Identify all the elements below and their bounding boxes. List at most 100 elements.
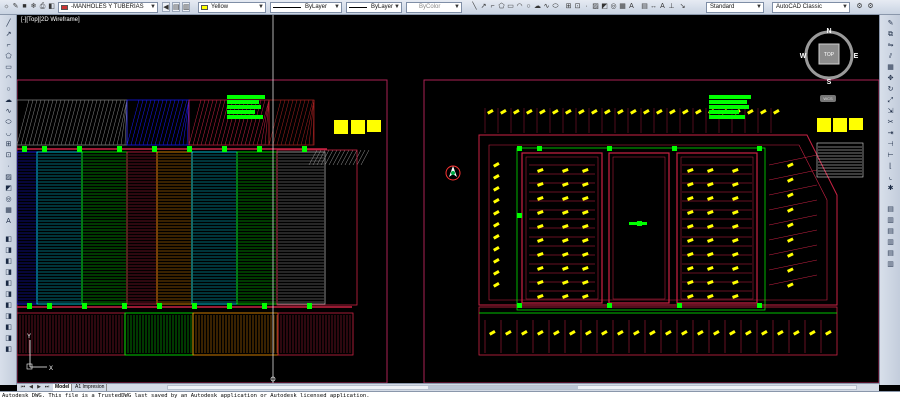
layer-tool-icon[interactable]: ◨: [4, 312, 13, 321]
workspace-combo[interactable]: AutoCAD Classic ▼: [772, 2, 850, 13]
break-icon[interactable]: ⊣: [886, 140, 895, 149]
layer-walk-icon[interactable]: ▤: [172, 2, 180, 12]
layer-current-icon[interactable]: ◧: [47, 2, 56, 12]
arc-icon[interactable]: ◠: [515, 2, 524, 12]
mirror-icon[interactable]: ⇋: [886, 41, 895, 50]
layer-tool-icon[interactable]: ◧: [4, 235, 13, 244]
join-icon[interactable]: ⊢: [886, 151, 895, 160]
polyline-icon[interactable]: ⌐: [4, 41, 13, 50]
stretch-icon[interactable]: ⇲: [886, 107, 895, 116]
line-icon[interactable]: ╲: [470, 2, 479, 12]
layer-tool-icon[interactable]: ◨: [4, 246, 13, 255]
array-icon[interactable]: ▦: [886, 63, 895, 72]
plotstyle-combo[interactable]: ByColor ▼: [406, 2, 462, 13]
region-icon[interactable]: ◎: [609, 2, 618, 12]
draworder-icon[interactable]: ▥: [886, 216, 895, 225]
layer-lock-icon[interactable]: ✎: [11, 2, 20, 12]
trim-icon[interactable]: ✂: [886, 118, 895, 127]
circle-icon[interactable]: ○: [524, 2, 533, 12]
revcloud-icon[interactable]: ☁: [4, 96, 13, 105]
linetype-combo[interactable]: ByLayer ▼: [270, 2, 342, 13]
layer-tool-icon[interactable]: ◧: [4, 279, 13, 288]
layer-tool-icon[interactable]: ◨: [4, 290, 13, 299]
circle-icon[interactable]: ○: [4, 85, 13, 94]
scale-icon[interactable]: ⤢: [886, 96, 895, 105]
polygon-icon[interactable]: ⬠: [4, 52, 13, 61]
hatch-icon[interactable]: ▨: [4, 173, 13, 182]
layer-tool-icon[interactable]: ◨: [4, 268, 13, 277]
viewcube[interactable]: TOP N S E W: [799, 24, 859, 88]
layer-match-icon[interactable]: ▥: [182, 2, 190, 12]
spline-icon[interactable]: ∿: [542, 2, 551, 12]
extend-icon[interactable]: ⇥: [886, 129, 895, 138]
draworder-icon[interactable]: ▥: [886, 238, 895, 247]
textstyle-combo[interactable]: Standard ▼: [706, 2, 764, 13]
copy-icon[interactable]: ⧉: [886, 30, 895, 39]
layer-tool-icon[interactable]: ◧: [4, 345, 13, 354]
properties-icon[interactable]: ▤: [640, 2, 649, 12]
arc-icon[interactable]: ◠: [4, 74, 13, 83]
layer-tool-icon[interactable]: ◧: [4, 301, 13, 310]
explode-icon[interactable]: ✱: [886, 184, 895, 193]
make-block-icon[interactable]: ⊡: [4, 151, 13, 160]
model-space-canvas[interactable]: Y X [-][Top][2D Wireframe] TOP N S E W W…: [17, 15, 879, 383]
wcs-menu[interactable]: WCS: [820, 95, 836, 102]
line-icon[interactable]: ╱: [4, 19, 13, 28]
rectangle-icon[interactable]: ▭: [4, 63, 13, 72]
horizontal-scrollbar[interactable]: [167, 385, 857, 390]
move-icon[interactable]: ✥: [886, 74, 895, 83]
prev-tab-icon[interactable]: ◀: [27, 384, 35, 391]
spline-icon[interactable]: ∿: [4, 107, 13, 116]
fillet-icon[interactable]: ⌞: [886, 173, 895, 182]
region-icon[interactable]: ◎: [4, 195, 13, 204]
ellipse-icon[interactable]: ⬭: [551, 2, 560, 12]
lineweight-combo[interactable]: ByLayer ▼: [346, 2, 402, 13]
erase-icon[interactable]: ✎: [886, 19, 895, 28]
tab-layout[interactable]: A1 Impresion: [73, 384, 108, 391]
offset-icon[interactable]: ⫽: [886, 52, 895, 61]
layer-freeze-icon[interactable]: ❄: [29, 2, 38, 12]
insert-block-icon[interactable]: ⊞: [564, 2, 573, 12]
hatch-icon[interactable]: ▨: [591, 2, 600, 12]
make-block-icon[interactable]: ⊡: [573, 2, 582, 12]
chamfer-icon[interactable]: ⌊: [886, 162, 895, 171]
table-icon[interactable]: ▦: [618, 2, 627, 12]
gradient-icon[interactable]: ◩: [600, 2, 609, 12]
dimension-icon[interactable]: ↔: [649, 2, 658, 12]
draworder-icon[interactable]: ▤: [886, 205, 895, 214]
layer-print-icon[interactable]: ⎙: [38, 2, 47, 12]
layer-tool-icon[interactable]: ◨: [4, 334, 13, 343]
viewport-controls[interactable]: [-][Top][2D Wireframe]: [21, 17, 80, 23]
mtext-icon[interactable]: A: [627, 2, 636, 12]
table-icon[interactable]: ▦: [4, 206, 13, 215]
ellipse-icon[interactable]: ⬭: [4, 118, 13, 127]
last-tab-icon[interactable]: ⏭: [43, 384, 51, 391]
color-combo[interactable]: Yellow ▼: [198, 2, 266, 13]
layer-state-icon[interactable]: ☼: [2, 2, 11, 12]
draworder-icon[interactable]: ▤: [886, 249, 895, 258]
revcloud-icon[interactable]: ☁: [533, 2, 542, 12]
rotate-icon[interactable]: ↻: [886, 85, 895, 94]
layer-tool-icon[interactable]: ◧: [4, 257, 13, 266]
point-icon[interactable]: ·: [4, 162, 13, 171]
draworder-icon[interactable]: ▥: [886, 260, 895, 269]
polyline-icon[interactable]: ⌐: [488, 2, 497, 12]
command-line[interactable]: Autodesk DWG. This file is a TrustedDWG …: [0, 391, 900, 400]
layer-combo[interactable]: -MANHOLES Y TUBERIAS ▼: [58, 2, 158, 13]
layer-prev-icon[interactable]: ◀: [162, 2, 170, 12]
dim-style-icon[interactable]: ⊥: [667, 2, 676, 12]
next-tab-icon[interactable]: ▶: [35, 384, 43, 391]
multileader-icon[interactable]: ↘: [678, 2, 687, 12]
layer-tool-icon[interactable]: ◧: [4, 323, 13, 332]
scrollbar-thumb[interactable]: [428, 386, 578, 389]
tab-model[interactable]: Model: [53, 384, 73, 391]
gradient-icon[interactable]: ◩: [4, 184, 13, 193]
point-icon[interactable]: ·: [582, 2, 591, 12]
first-tab-icon[interactable]: ⏮: [19, 384, 27, 391]
insert-block-icon[interactable]: ⊞: [4, 140, 13, 149]
ellipse-arc-icon[interactable]: ◡: [4, 129, 13, 138]
mtext-icon[interactable]: A: [4, 217, 13, 226]
layer-color-icon[interactable]: ■: [20, 2, 29, 12]
draworder-icon[interactable]: ▤: [886, 227, 895, 236]
workspace-settings-icon[interactable]: ⚙: [855, 2, 864, 12]
